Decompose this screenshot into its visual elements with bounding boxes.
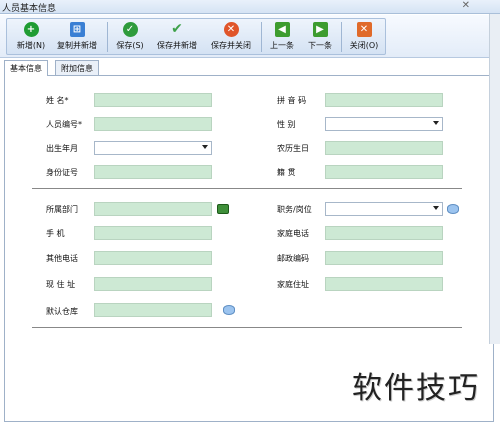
arrow-left-icon: ◀	[274, 22, 290, 37]
window-close-icon[interactable]: ✕	[462, 0, 470, 11]
pinyin-field[interactable]	[325, 93, 443, 107]
home-address-label: 家庭住址	[277, 280, 309, 289]
new-button[interactable]: + 新增(N)	[13, 22, 49, 56]
copy-new-button[interactable]: ⊞ 复制并新增	[53, 22, 101, 56]
save-and-close-button[interactable]: ✕ 保存并关闭	[207, 22, 255, 56]
other-phone-field[interactable]	[94, 251, 212, 265]
save-and-new-button-label: 保存并新增	[157, 41, 197, 50]
chevron-down-icon	[202, 145, 208, 149]
id-number-field[interactable]	[94, 165, 212, 179]
toolbar-separator	[261, 22, 262, 52]
window-title: 人员基本信息	[2, 4, 57, 14]
previous-button[interactable]: ◀ 上一条	[265, 22, 299, 56]
default-warehouse-field[interactable]	[94, 303, 212, 317]
position-select[interactable]	[325, 202, 443, 216]
gender-select[interactable]	[325, 117, 443, 131]
name-label: 姓 名*	[46, 96, 69, 105]
chevron-down-icon	[433, 121, 439, 125]
watermark-text: 软件技巧	[352, 371, 480, 406]
toolbar-separator	[341, 22, 342, 52]
close-square-icon: ✕	[356, 22, 372, 37]
close-button[interactable]: ✕ 关闭(O)	[345, 22, 383, 56]
origin-label: 籍 贯	[277, 168, 296, 177]
gender-label: 性 别	[277, 120, 296, 129]
mobile-field[interactable]	[94, 226, 212, 240]
database-icon[interactable]	[447, 204, 459, 214]
check-icon: ✓	[122, 22, 138, 37]
department-field[interactable]	[94, 202, 212, 216]
pinyin-label: 拼 音 码	[277, 96, 307, 105]
copy-new-button-label: 复制并新增	[57, 41, 97, 50]
copy-plus-icon: ⊞	[69, 22, 85, 37]
address-label: 现 住 址	[46, 280, 76, 289]
id-number-label: 身份证号	[46, 168, 78, 177]
tab-additional-info[interactable]: 附加信息	[55, 60, 99, 75]
origin-field[interactable]	[325, 165, 443, 179]
toolbar: + 新增(N) ⊞ 复制并新增 ✓ 保存(S) ✔ 保存并新增 ✕ 保存并关闭	[0, 15, 500, 58]
database-icon[interactable]	[223, 305, 235, 315]
previous-button-label: 上一条	[270, 41, 294, 50]
checkmark-icon: ✔	[171, 21, 183, 37]
save-and-new-button[interactable]: ✔ 保存并新增	[153, 22, 201, 56]
chevron-down-icon	[433, 206, 439, 210]
close-circle-icon: ✕	[223, 22, 239, 37]
position-label: 职务/岗位	[277, 205, 312, 214]
birth-select[interactable]	[94, 141, 212, 155]
plus-icon: +	[23, 22, 39, 37]
next-button-label: 下一条	[308, 41, 332, 50]
department-label: 所属部门	[46, 205, 78, 214]
app-window: 人员基本信息 ✕ + 新增(N) ⊞ 复制并新增 ✓ 保存(S) ✔ 保存并新增…	[0, 0, 500, 422]
toolbar-separator	[107, 22, 108, 52]
title-bar: 人员基本信息 ✕	[0, 0, 500, 14]
section-divider	[32, 327, 462, 328]
mobile-label: 手 机	[46, 229, 65, 238]
emp-no-field[interactable]	[94, 117, 212, 131]
home-phone-label: 家庭电话	[277, 229, 309, 238]
save-button-label: 保存(S)	[116, 41, 144, 50]
save-and-close-button-label: 保存并关闭	[211, 41, 251, 50]
tab-basic-info[interactable]: 基本信息	[4, 60, 48, 76]
name-field[interactable]	[94, 93, 212, 107]
new-button-label: 新增(N)	[16, 41, 46, 50]
lunar-birthday-label: 农历生日	[277, 144, 309, 153]
zip-code-field[interactable]	[325, 251, 443, 265]
home-address-field[interactable]	[325, 277, 443, 291]
other-phone-label: 其他电话	[46, 254, 78, 263]
home-phone-field[interactable]	[325, 226, 443, 240]
next-button[interactable]: ▶ 下一条	[303, 22, 337, 56]
birth-label: 出生年月	[46, 144, 78, 153]
section-divider	[32, 188, 462, 189]
emp-no-label: 人员编号*	[46, 120, 82, 129]
save-button[interactable]: ✓ 保存(S)	[113, 22, 147, 56]
default-warehouse-label: 默认仓库	[46, 307, 78, 316]
zip-code-label: 邮政编码	[277, 254, 309, 263]
vertical-scrollbar[interactable]	[489, 14, 500, 344]
toolbar-group: + 新增(N) ⊞ 复制并新增 ✓ 保存(S) ✔ 保存并新增 ✕ 保存并关闭	[6, 18, 386, 55]
address-field[interactable]	[94, 277, 212, 291]
arrow-right-icon: ▶	[312, 22, 328, 37]
book-icon[interactable]	[217, 204, 229, 214]
lunar-birthday-field[interactable]	[325, 141, 443, 155]
close-button-label: 关闭(O)	[349, 41, 379, 50]
